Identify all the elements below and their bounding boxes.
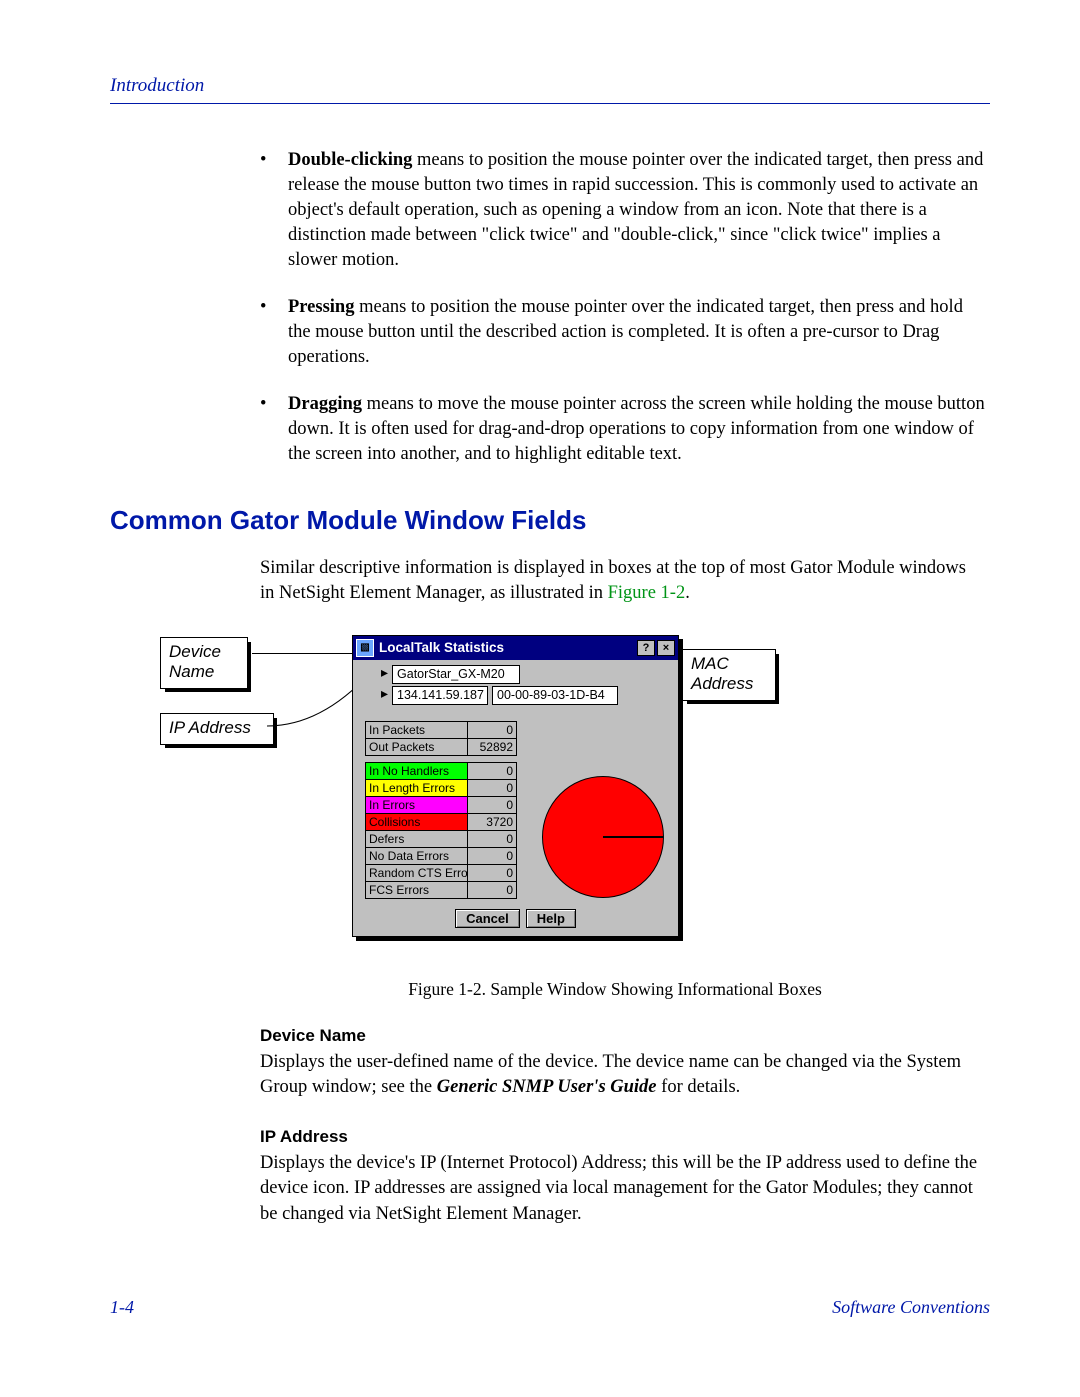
stat-row: Defers0 — [366, 831, 516, 848]
callout-device-name: Device Name — [160, 637, 248, 690]
sample-window: ▧ LocalTalk Statistics ? × ▸ GatorStar_G… — [352, 635, 679, 937]
stat-label: In No Handlers — [366, 763, 468, 779]
definition-body: Displays the device's IP (Internet Proto… — [260, 1151, 980, 1228]
bullet-marker: • — [260, 392, 288, 467]
stat-label: No Data Errors — [366, 848, 468, 864]
stat-value: 52892 — [468, 739, 516, 755]
ip-address-box: 134.141.59.187 — [392, 686, 488, 705]
callout-ip-address: IP Address — [160, 713, 274, 745]
page-number: 1-4 — [110, 1297, 134, 1318]
figure-caption: Figure 1-2. Sample Window Showing Inform… — [260, 979, 970, 1000]
stat-label: Random CTS Errors — [366, 865, 468, 881]
arrowhead-icon: ▸ — [379, 686, 388, 705]
bullet-item: • Dragging means to move the mouse point… — [260, 392, 985, 467]
arrowhead-icon: ▸ — [379, 665, 388, 684]
stat-label: Collisions — [366, 814, 468, 830]
figure-1-2: Device Name IP Address MAC Address ▸ ▸ ◂… — [160, 635, 990, 965]
heading-common-gator: Common Gator Module Window Fields — [110, 505, 990, 536]
stat-row: Random CTS Errors0 — [366, 865, 516, 882]
cancel-button[interactable]: Cancel — [455, 909, 520, 928]
stat-label: In Errors — [366, 797, 468, 813]
pie-chart — [542, 776, 664, 898]
term: Dragging — [288, 394, 362, 414]
page-footer: 1-4 Software Conventions — [110, 1297, 990, 1318]
stat-value: 0 — [468, 865, 516, 881]
stat-value: 0 — [468, 882, 516, 898]
stat-row: FCS Errors0 — [366, 882, 516, 898]
bullet-marker: • — [260, 295, 288, 370]
intro-paragraph: Similar descriptive information is displ… — [260, 556, 980, 607]
bullet-item: • Double-clicking means to position the … — [260, 148, 985, 273]
footer-section: Software Conventions — [832, 1297, 990, 1318]
stat-value: 0 — [468, 763, 516, 779]
help-button[interactable]: ? — [637, 640, 655, 656]
bullet-marker: • — [260, 148, 288, 273]
stat-value: 0 — [468, 848, 516, 864]
definition-title: Device Name — [260, 1026, 990, 1046]
stat-value: 0 — [468, 722, 516, 738]
stat-value: 0 — [468, 797, 516, 813]
stat-row: In No Handlers0 — [366, 763, 516, 780]
stats-block-b: In No Handlers0In Length Errors0In Error… — [365, 762, 517, 899]
stat-row: In Packets0 — [366, 722, 516, 739]
window-icon: ▧ — [356, 639, 374, 657]
stat-label: In Length Errors — [366, 780, 468, 796]
stat-label: Out Packets — [366, 739, 468, 755]
bullet-list: • Double-clicking means to position the … — [260, 148, 985, 467]
stat-row: In Errors0 — [366, 797, 516, 814]
stat-label: Defers — [366, 831, 468, 847]
book-reference: Generic SNMP User's Guide — [437, 1077, 657, 1097]
bullet-text: means to position the mouse pointer over… — [288, 297, 963, 367]
term: Pressing — [288, 297, 354, 317]
stat-row: Collisions3720 — [366, 814, 516, 831]
window-title: LocalTalk Statistics — [379, 640, 504, 655]
figure-link[interactable]: Figure 1-2 — [608, 583, 686, 603]
close-button[interactable]: × — [657, 640, 675, 656]
stat-row: In Length Errors0 — [366, 780, 516, 797]
running-header: Introduction — [110, 75, 990, 104]
stat-value: 0 — [468, 831, 516, 847]
definition-title: IP Address — [260, 1127, 990, 1147]
stat-row: Out Packets52892 — [366, 739, 516, 755]
bullet-text: means to move the mouse pointer across t… — [288, 394, 985, 464]
mac-address-box: 00-00-89-03-1D-B4 — [492, 686, 618, 705]
term: Double-clicking — [288, 150, 412, 170]
stat-value: 0 — [468, 780, 516, 796]
stats-block-a: In Packets0Out Packets52892 — [365, 721, 517, 756]
bullet-item: • Pressing means to position the mouse p… — [260, 295, 985, 370]
stat-label: FCS Errors — [366, 882, 468, 898]
definition-body: Displays the user-defined name of the de… — [260, 1050, 980, 1101]
stat-row: No Data Errors0 — [366, 848, 516, 865]
device-name-box: GatorStar_GX-M20 — [392, 665, 520, 684]
stat-value: 3720 — [468, 814, 516, 830]
stat-label: In Packets — [366, 722, 468, 738]
titlebar[interactable]: ▧ LocalTalk Statistics ? × — [353, 636, 678, 660]
callout-mac-address: MAC Address — [682, 649, 776, 702]
help-button[interactable]: Help — [526, 909, 576, 928]
